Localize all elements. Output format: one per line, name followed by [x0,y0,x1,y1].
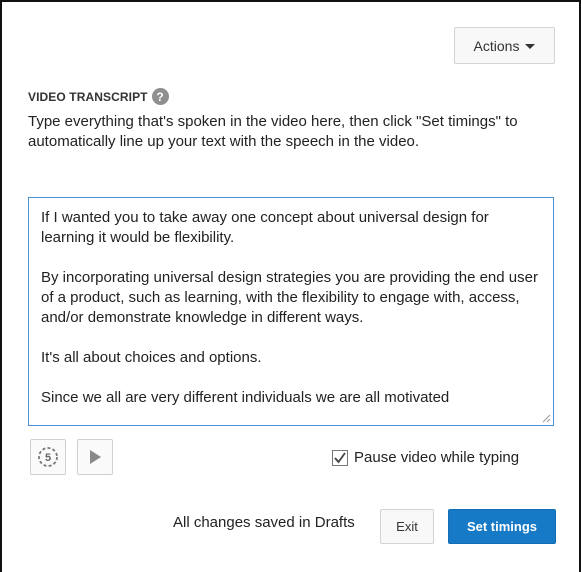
resize-grip-icon[interactable] [542,414,551,423]
caret-down-icon [525,43,536,49]
play-button[interactable] [77,439,113,475]
section-title-text: VIDEO TRANSCRIPT [28,89,148,104]
replay-5-seconds-button[interactable]: 5 [30,439,66,475]
transcript-description: Type everything that's spoken in the vid… [28,113,518,150]
help-icon[interactable]: ? [151,88,169,105]
transcript-paragraph: By incorporating universal design strate… [41,269,538,326]
set-timings-button[interactable]: Set timings [448,509,556,544]
pause-while-typing-checkbox[interactable] [332,449,348,466]
save-status-text: All changes saved in Drafts [173,514,355,531]
checkmark-icon [334,451,346,463]
replay-5-seconds-icon: 5 [38,447,58,467]
play-icon [90,450,101,464]
pause-while-typing-label: Pause video while typing [354,449,520,466]
transcript-paragraph: If I wanted you to take away one concept… [41,209,489,246]
actions-dropdown-button[interactable]: Actions [454,27,555,64]
section-title: VIDEO TRANSCRIPT ? [28,88,169,105]
actions-label: Actions [473,37,520,54]
exit-button[interactable]: Exit [380,509,434,544]
pause-while-typing-option[interactable]: Pause video while typing [332,449,519,466]
transcript-paragraph: It's all about choices and options. [41,349,262,366]
transcript-paragraph: Since we all are very different individu… [41,389,450,406]
transcript-textarea[interactable]: If I wanted you to take away one concept… [28,197,554,426]
replay-seconds-label: 5 [45,452,51,464]
